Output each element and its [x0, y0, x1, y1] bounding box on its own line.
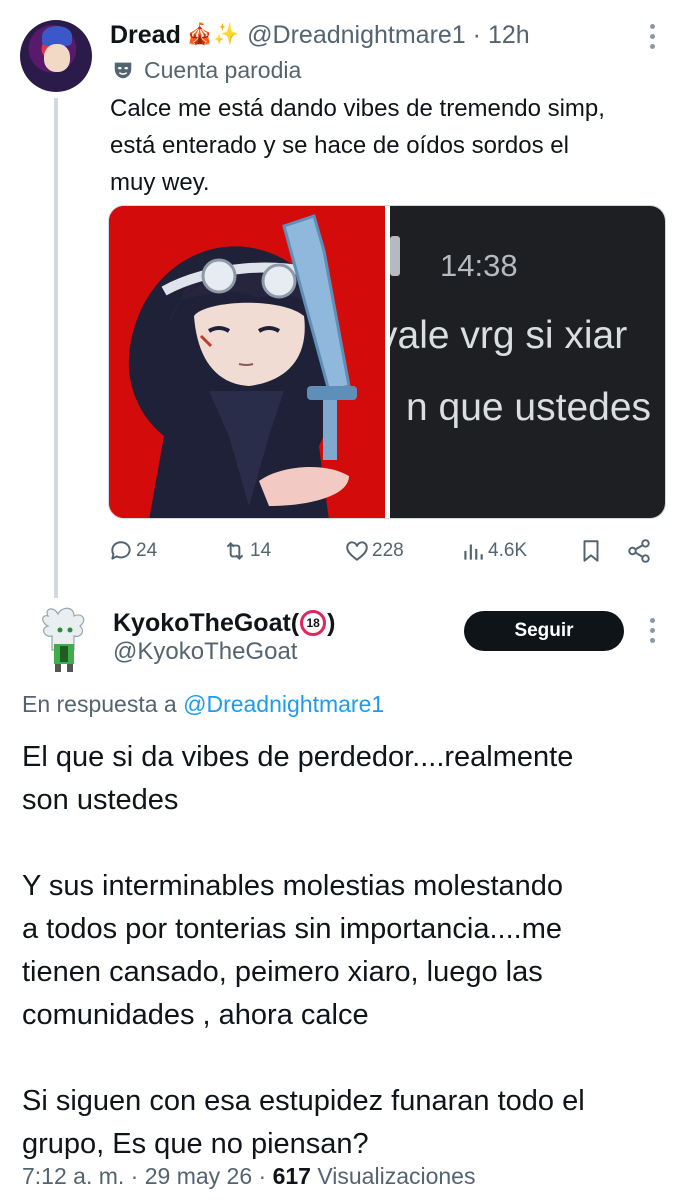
like-icon: [346, 541, 368, 561]
avatar-face-shape: [44, 44, 70, 72]
chat-screenshot-line2: n que ustedes: [406, 386, 652, 429]
repost-button[interactable]: 14: [222, 534, 271, 568]
chat-screenshot-time: 14:38: [440, 248, 518, 283]
like-button[interactable]: 228: [344, 534, 404, 568]
meta-separator-1: ·: [124, 1163, 145, 1189]
parent-tweet-text: Calce me está dando vibes de tremendo si…: [110, 95, 605, 196]
chat-screenshot-image[interactable]: 14:38 vale vrg si xiar n que ustedes: [390, 206, 665, 518]
views-button[interactable]: 4.6K: [460, 534, 527, 568]
reply-icon: [111, 541, 131, 560]
reply-time[interactable]: 7:12 a. m.: [22, 1163, 124, 1189]
parody-label: Cuenta parodia: [112, 55, 301, 85]
reply-context: En respuesta a @Dreadnightmare1: [22, 691, 384, 718]
more-options-icon[interactable]: [642, 22, 662, 52]
views-icon: [464, 544, 483, 560]
reply-name-prefix: KyokoTheGoat(: [113, 608, 300, 637]
chat-screenshot-avatar-edge: [390, 236, 400, 276]
reply-date[interactable]: 29 may 26: [145, 1163, 252, 1189]
more-options-icon-reply[interactable]: [642, 616, 662, 646]
parent-media[interactable]: 14:38 vale vrg si xiar n que ustedes: [108, 205, 666, 519]
parent-display-name[interactable]: Dread: [110, 21, 181, 50]
artwork-drawing: [109, 206, 385, 518]
avatar-hat-shape: [42, 26, 72, 46]
repost-icon: [226, 542, 244, 560]
parent-avatar[interactable]: [20, 20, 92, 92]
bookmark-icon: [583, 540, 599, 562]
reply-views-count: 617: [272, 1163, 311, 1189]
parent-handle-time: @Dreadnightmare1 · 12h: [247, 21, 529, 50]
parent-separator: ·: [465, 20, 488, 49]
parent-time[interactable]: 12h: [488, 21, 530, 49]
reply-button[interactable]: 24: [108, 534, 157, 568]
parody-mask-icon: [114, 62, 132, 79]
parent-header: Dread 🎪✨ @Dreadnightmare1 · 12h: [110, 18, 530, 52]
like-count: 228: [372, 540, 404, 561]
reply-views-label[interactable]: Visualizaciones: [311, 1163, 475, 1189]
parody-text: Cuenta parodia: [144, 56, 302, 83]
repost-count: 14: [250, 540, 272, 561]
share-icon: [628, 539, 650, 563]
reply-tweet-text: El que si da vibes de perdedor....realme…: [22, 741, 585, 1160]
reply-to-prefix: En respuesta a: [22, 691, 184, 717]
reply-count: 24: [136, 540, 158, 561]
reply-display-name[interactable]: KyokoTheGoat(18): [113, 606, 335, 640]
views-count: 4.6K: [488, 540, 528, 561]
reply-name-suffix: ): [327, 608, 336, 637]
reply-handle[interactable]: @KyokoTheGoat: [113, 638, 297, 666]
chat-screenshot-line1: vale vrg si xiar: [390, 314, 628, 357]
follow-button[interactable]: Seguir: [464, 611, 624, 651]
parent-action-bar: 24 14 228 4.6K: [108, 534, 660, 568]
artwork-image[interactable]: [109, 206, 385, 518]
reply-meta: 7:12 a. m. · 29 may 26 · 617 Visualizaci…: [22, 1163, 475, 1190]
bookmark-button[interactable]: [578, 534, 606, 568]
parent-name-emojis: 🎪✨: [186, 23, 240, 46]
share-button[interactable]: [626, 534, 654, 568]
reply-avatar[interactable]: [34, 606, 96, 672]
adults-only-18-icon: 18: [300, 610, 327, 636]
meta-separator-2: ·: [252, 1163, 273, 1189]
reply-to-handle-link[interactable]: @Dreadnightmare1: [183, 691, 384, 717]
parent-handle[interactable]: @Dreadnightmare1: [247, 21, 466, 49]
thread-line: [54, 98, 58, 598]
